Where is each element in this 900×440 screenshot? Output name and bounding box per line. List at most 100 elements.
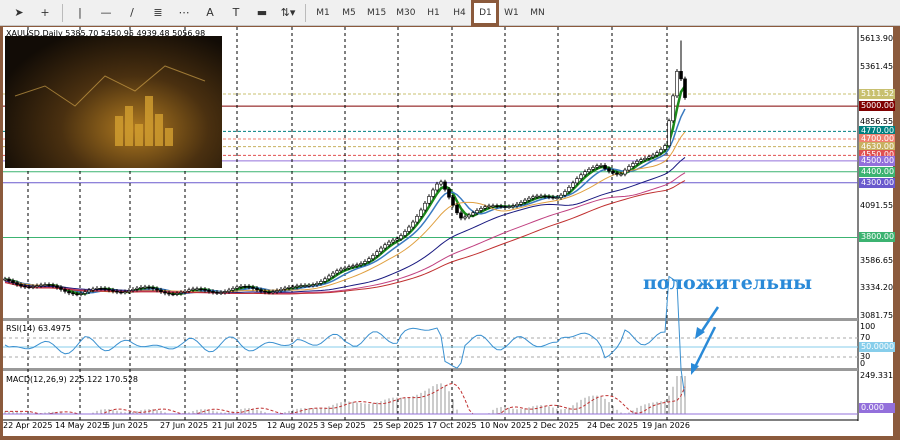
candle (83, 291, 87, 294)
date-tick: 19 Jan 2026 (642, 421, 690, 430)
candle (399, 235, 403, 240)
candle (147, 286, 151, 289)
candle (115, 290, 119, 293)
macd-label: MACD(12,26,9) 225.122 170.528 (6, 375, 139, 384)
candle (339, 268, 343, 272)
candle (19, 284, 23, 287)
panel-divider (3, 368, 858, 371)
cursor-icon[interactable]: ➤ (8, 3, 30, 23)
timeframe-m15[interactable]: M15 (364, 3, 389, 23)
panel-divider (3, 318, 858, 321)
timeframe-h1[interactable]: H1 (422, 3, 444, 23)
candle (95, 287, 99, 290)
candle (403, 231, 407, 236)
candle (51, 284, 55, 287)
date-tick: 25 Sep 2025 (373, 421, 424, 430)
candle (311, 284, 315, 286)
candle (331, 272, 335, 277)
date-tick: 5 Jun 2025 (105, 421, 149, 430)
timeframe-m5[interactable]: M5 (338, 3, 360, 23)
candle (423, 202, 427, 211)
price-tick: 4856.55 (860, 116, 894, 126)
price-tick: 3081.75 (860, 311, 894, 321)
level-tag: 4500.00 (859, 155, 895, 166)
candle (195, 288, 199, 291)
candle (375, 251, 379, 256)
macd-tick: 0.000 (859, 403, 895, 413)
candle (123, 291, 127, 293)
candle (659, 149, 663, 153)
candle (91, 288, 95, 291)
candle (247, 286, 251, 288)
candle (371, 255, 375, 260)
candle (487, 205, 491, 208)
candle (419, 209, 423, 217)
candle (163, 291, 167, 294)
candle (211, 291, 215, 293)
date-tick: 14 May 2025 (55, 421, 108, 430)
candle (187, 289, 191, 292)
fibonacci-icon[interactable]: ≣ (147, 3, 169, 23)
candle (223, 291, 227, 293)
candle (491, 205, 495, 208)
text-label-icon[interactable]: T (225, 3, 247, 23)
candle (615, 172, 619, 175)
candle (675, 71, 679, 97)
candle (451, 196, 455, 206)
candle (47, 284, 51, 286)
candle (503, 206, 507, 208)
overlay-image (5, 36, 222, 168)
candle (499, 205, 503, 208)
timeframe-m1[interactable]: M1 (312, 3, 334, 23)
candle (327, 275, 331, 280)
crosshair-icon[interactable]: + (34, 3, 56, 23)
candle (107, 288, 111, 291)
candle (271, 291, 275, 293)
candle (415, 216, 419, 223)
rsi-tick: 70 (860, 333, 871, 342)
candle (587, 168, 591, 172)
trendline-icon[interactable]: / (121, 3, 143, 23)
candle (531, 196, 535, 199)
grid-icon[interactable]: ⋯ (173, 3, 195, 23)
candle (507, 206, 511, 208)
level-tag: 5111.52 (859, 88, 895, 99)
candle (519, 201, 523, 205)
candle (111, 289, 115, 292)
candle (511, 205, 515, 208)
vertical-line-icon[interactable]: | (69, 3, 91, 23)
candle (479, 208, 483, 211)
candle (555, 197, 559, 199)
timeframe-m30[interactable]: M30 (393, 3, 418, 23)
horizontal-line-icon[interactable]: — (95, 3, 117, 23)
candle (267, 291, 271, 294)
timeframe-mn[interactable]: MN (526, 3, 548, 23)
candle (7, 278, 11, 281)
candle (463, 216, 467, 219)
candle (599, 165, 603, 167)
candle (315, 283, 319, 285)
candle (583, 171, 587, 176)
candle (635, 160, 639, 164)
candle (279, 288, 283, 291)
text-icon[interactable]: A (199, 3, 221, 23)
candle (427, 196, 431, 204)
candle (663, 145, 667, 150)
candle (215, 292, 219, 294)
candle (27, 286, 31, 289)
candle (139, 287, 143, 289)
timeframe-d1[interactable]: D1 (471, 0, 500, 26)
objects-menu-icon[interactable]: ⇅▾ (277, 3, 299, 23)
candle (75, 293, 79, 296)
date-tick: 22 Apr 2025 (3, 421, 53, 430)
date-tick: 12 Aug 2025 (267, 421, 319, 430)
timeframe-w1[interactable]: W1 (500, 3, 522, 23)
candle (307, 285, 311, 287)
timeframe-h4[interactable]: H4 (448, 3, 470, 23)
rectangle-icon[interactable]: ▬ (251, 3, 273, 23)
candle (131, 288, 135, 291)
candle (179, 292, 183, 294)
candle (143, 286, 147, 289)
candle (355, 264, 359, 267)
candle (467, 214, 471, 218)
